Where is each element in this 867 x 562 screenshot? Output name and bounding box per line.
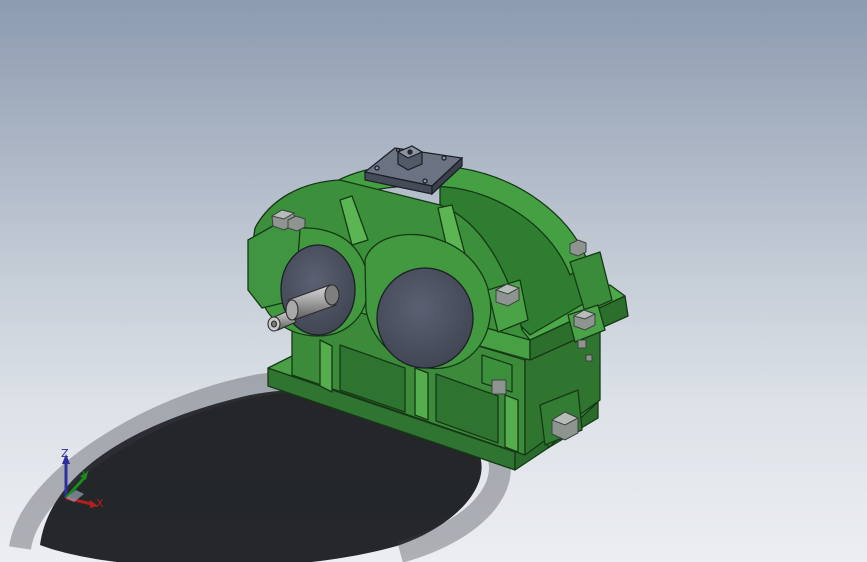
rib-2 [414, 367, 429, 421]
axis-triad: Z Y X [50, 440, 120, 520]
rib-1 [319, 339, 333, 393]
bearing-cap-output [376, 267, 474, 369]
graphics-viewport[interactable]: Z Y X [0, 0, 867, 562]
rib-3 [504, 394, 519, 453]
bolt-right-upper [569, 239, 587, 257]
bolt-left-mid [287, 215, 306, 232]
y-axis-label: Y [82, 469, 89, 482]
z-axis-label: Z [61, 447, 69, 460]
bolt-under-flange [491, 379, 507, 395]
gear-reducer-model[interactable] [0, 0, 867, 562]
x-axis-label: X [96, 497, 104, 510]
